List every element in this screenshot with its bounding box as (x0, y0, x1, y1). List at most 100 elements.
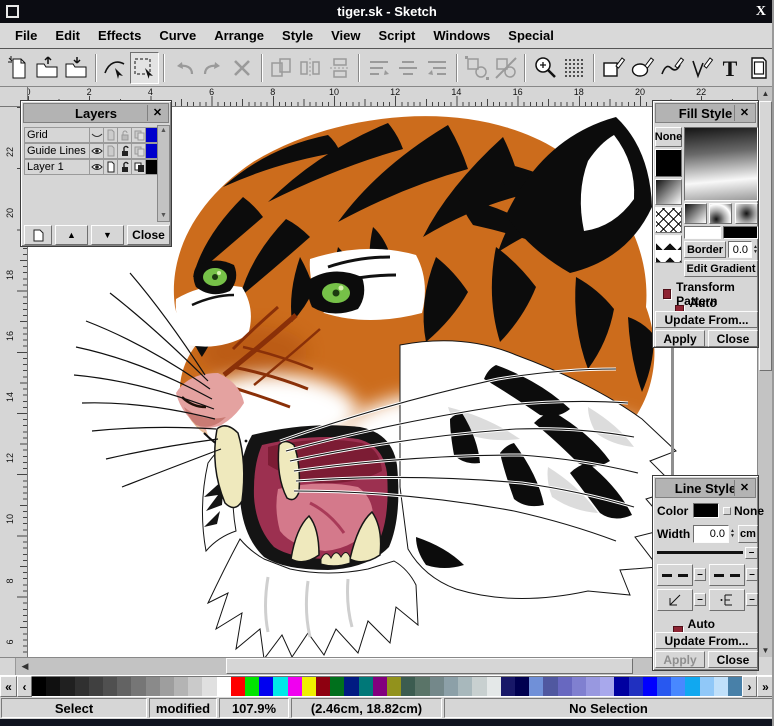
color-swatch[interactable] (259, 677, 274, 696)
align-middle-button[interactable] (394, 52, 423, 84)
delete-button[interactable] (227, 52, 256, 84)
zoom-button[interactable] (530, 52, 559, 84)
fill-close-button[interactable]: Close (708, 330, 758, 347)
border-width-field[interactable]: 0.0 (728, 241, 752, 258)
menu-special[interactable]: Special (499, 25, 563, 46)
fill-apply-button[interactable]: Apply (655, 330, 705, 347)
layers-panel-close-icon[interactable]: ✕ (147, 105, 167, 121)
lock-icon[interactable] (117, 127, 131, 143)
color-swatch[interactable] (529, 677, 544, 696)
color-swatch[interactable] (117, 677, 132, 696)
color-swatch[interactable] (557, 677, 572, 696)
color-swatch[interactable] (74, 677, 89, 696)
color-swatch[interactable] (458, 677, 473, 696)
dash-pattern-dropdown-2[interactable]: – (746, 568, 758, 581)
linear-gradient-button[interactable] (684, 203, 707, 224)
layer-name[interactable]: Grid (24, 127, 89, 143)
line-update-from-button[interactable]: Update From... (655, 632, 758, 649)
color-swatch[interactable] (642, 677, 657, 696)
color-swatch[interactable] (600, 677, 615, 696)
layer-up-button[interactable]: ▲ (55, 225, 88, 245)
flip-horizontal-button[interactable] (296, 52, 325, 84)
line-close-button[interactable]: Close (708, 651, 758, 668)
menu-windows[interactable]: Windows (424, 25, 499, 46)
color-swatch[interactable] (656, 677, 672, 696)
transform-pattern-checkbox[interactable] (663, 289, 672, 299)
visibility-eye-icon[interactable] (89, 127, 103, 143)
spin-down-icon[interactable]: ▼ (753, 249, 758, 255)
palette-prev-button[interactable]: ‹ (17, 676, 32, 697)
create-polyline-button[interactable] (686, 52, 715, 84)
color-swatch[interactable] (344, 677, 359, 696)
new-document-button[interactable] (3, 52, 32, 84)
color-swatch[interactable] (387, 677, 402, 696)
lock-icon[interactable] (117, 159, 131, 175)
line-color-swatch[interactable] (693, 503, 719, 518)
print-page-icon[interactable] (103, 127, 117, 143)
line-style-titlebar[interactable]: Line Style ✕ (655, 478, 756, 498)
spin-down-icon[interactable]: ▼ (730, 534, 735, 539)
scroll-left-icon[interactable]: ◀ (16, 658, 34, 674)
dash-pattern-sample[interactable] (657, 564, 693, 586)
color-swatch[interactable] (571, 677, 586, 696)
color-swatch[interactable] (230, 677, 246, 696)
color-swatch[interactable] (330, 677, 345, 696)
menu-edit[interactable]: Edit (46, 25, 89, 46)
create-freehand-curve-button[interactable] (657, 52, 686, 84)
new-layer-button[interactable] (24, 225, 52, 245)
create-rectangle-button[interactable] (599, 52, 628, 84)
color-swatch[interactable] (88, 677, 104, 696)
edit-gradient-button[interactable]: Edit Gradient (684, 260, 758, 277)
menu-effects[interactable]: Effects (89, 25, 150, 46)
line-width-unit-button[interactable]: cm (738, 525, 758, 543)
layers-close-button[interactable]: Close (127, 225, 170, 245)
border-width-spinner[interactable]: ▲ ▼ (753, 241, 758, 258)
color-swatch[interactable] (202, 677, 217, 696)
fill-none-button[interactable]: None (655, 127, 682, 147)
scroll-up-icon[interactable]: ▲ (158, 126, 169, 136)
scroll-down-icon[interactable]: ▼ (759, 644, 772, 657)
line-width-field[interactable]: 0.0 (693, 525, 729, 543)
color-swatch[interactable] (32, 677, 47, 696)
color-swatch[interactable] (372, 677, 388, 696)
create-text-button[interactable]: T (716, 52, 745, 84)
fill-style-titlebar[interactable]: Fill Style ✕ (655, 103, 756, 123)
line-none-indicator[interactable] (723, 507, 731, 515)
menu-script[interactable]: Script (370, 25, 425, 46)
create-ellipse-button[interactable] (628, 52, 657, 84)
horizontal-scrollbar-track[interactable] (34, 658, 739, 675)
color-swatch[interactable] (713, 677, 728, 696)
line-join-sample[interactable] (709, 589, 745, 611)
print-page-icon[interactable] (103, 159, 117, 175)
radial-gradient-button[interactable] (735, 203, 758, 224)
color-swatch[interactable] (46, 677, 61, 696)
fill-gradient-button[interactable] (655, 179, 682, 205)
visibility-eye-icon[interactable] (89, 159, 103, 175)
align-top-button[interactable] (364, 52, 393, 84)
color-swatch[interactable] (671, 677, 686, 696)
arrow-head-sample[interactable] (657, 589, 693, 611)
layer-name[interactable]: Guide Lines (24, 143, 89, 159)
color-swatch[interactable] (188, 677, 203, 696)
layer-down-button[interactable]: ▼ (91, 225, 124, 245)
line-width-spinner[interactable]: ▲ ▼ (730, 525, 735, 543)
palette-last-button[interactable]: » (757, 676, 772, 697)
outline-icon[interactable] (131, 143, 145, 159)
color-swatch[interactable] (216, 677, 231, 696)
color-swatch[interactable] (628, 677, 643, 696)
redo-button[interactable] (198, 52, 227, 84)
group-button[interactable] (462, 52, 491, 84)
line-apply-button[interactable]: Apply (655, 651, 705, 668)
color-swatch[interactable] (60, 677, 75, 696)
scroll-down-icon[interactable]: ▼ (158, 211, 169, 221)
color-swatch[interactable] (103, 677, 118, 696)
fill-style-close-icon[interactable]: ✕ (734, 105, 754, 121)
color-swatch[interactable] (145, 677, 160, 696)
color-swatch[interactable] (273, 677, 288, 696)
color-swatch[interactable] (727, 677, 743, 696)
dash-pattern-dropdown[interactable]: – (694, 568, 706, 581)
line-style-dropdown[interactable]: – (745, 547, 758, 559)
outline-icon[interactable] (131, 159, 145, 175)
color-swatch[interactable] (614, 677, 629, 696)
color-swatch[interactable] (174, 677, 189, 696)
